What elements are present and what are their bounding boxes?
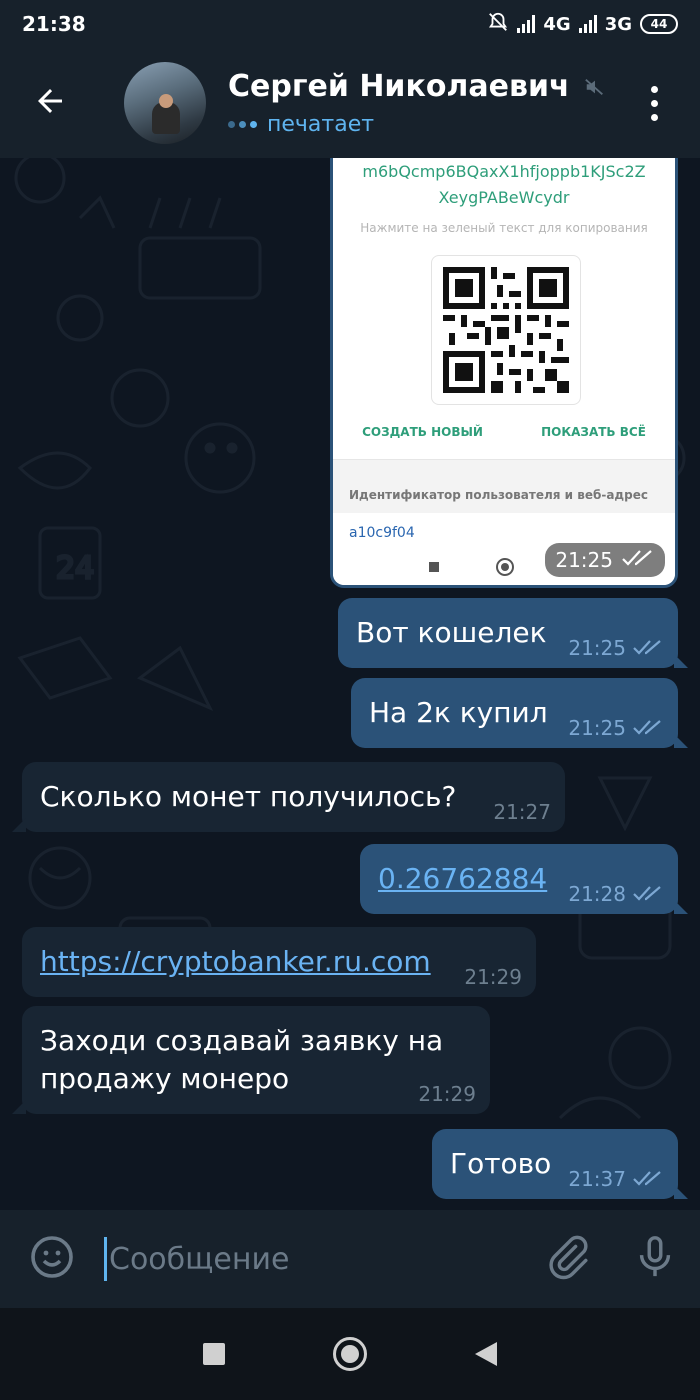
double-check-icon [632, 718, 664, 738]
id-section: Идентификатор пользователя и веб-адрес [333, 459, 675, 513]
chat-header: Сергей Николаевич печатает [0, 48, 700, 158]
message-time: 21:27 [493, 800, 551, 824]
message-link[interactable]: https://cryptobanker.ru.com [40, 943, 431, 981]
wallet-address: m6bQcmp6BQaxX1hfjoppb1KJSc2Z XeygPABeWcy… [362, 162, 646, 207]
message-bubble-outgoing[interactable]: Вот кошелек 21:25 [338, 598, 688, 668]
recents-button[interactable] [203, 1343, 225, 1365]
message-input[interactable] [109, 1241, 524, 1277]
image-timestamp: 21:25 [545, 543, 665, 577]
arrow-left-icon [32, 83, 68, 123]
message-meta: 21:29 [418, 1084, 476, 1104]
system-back-button[interactable] [475, 1342, 497, 1366]
create-new-button: СОЗДАТЬ НОВЫЙ [362, 425, 483, 439]
chat-area[interactable]: 24 m6bQcmp6BQaxX1hfjoppb1KJSc2Z XeygPABe… [0, 158, 700, 1210]
message-meta: 21:27 [493, 802, 551, 822]
message-time: 21:28 [568, 882, 626, 906]
message-time: 21:29 [464, 965, 522, 989]
battery-level: 44 [650, 17, 668, 31]
message-meta: 21:28 [568, 884, 664, 904]
id-value: a10c9f04 [349, 525, 415, 541]
message-time: 21:37 [568, 1167, 626, 1191]
message-bubble-incoming[interactable]: Заходи создавай заявку на продажу монеро… [12, 1006, 490, 1114]
message-input-bar [0, 1210, 700, 1308]
network-type-2: 3G [604, 13, 632, 35]
avatar[interactable] [124, 62, 206, 144]
system-navigation-bar [0, 1308, 700, 1400]
contact-name: Сергей Николаевич [228, 69, 570, 104]
double-check-icon [632, 1169, 664, 1189]
message-input-wrapper [104, 1229, 524, 1289]
silent-bell-icon [487, 11, 509, 38]
message-text: Заходи создавай заявку на продажу монеро [40, 1024, 444, 1095]
double-check-icon [632, 884, 664, 904]
signal-icon-1 [517, 15, 536, 33]
microphone-icon [632, 1234, 678, 1284]
typing-status: печатает [228, 112, 624, 137]
message-meta: 21:37 [568, 1169, 664, 1189]
message-text: Готово [450, 1147, 552, 1180]
message-meta: 21:25 [568, 638, 664, 658]
message-bubble-outgoing[interactable]: На 2к купил 21:25 [351, 678, 688, 748]
mic-button[interactable] [610, 1234, 700, 1284]
text-cursor [104, 1237, 107, 1281]
message-meta: 21:29 [464, 967, 522, 987]
signal-icon-2 [578, 15, 597, 33]
square-icon [429, 562, 439, 572]
attach-button[interactable] [524, 1234, 610, 1284]
chat-title-block[interactable]: Сергей Николаевич печатает [228, 69, 624, 137]
double-check-icon [621, 548, 655, 572]
status-bar: 21:38 4G 3G 44 [0, 0, 700, 48]
message-bubble-outgoing[interactable]: Готово 21:37 [432, 1129, 688, 1199]
smiley-icon [28, 1233, 76, 1285]
qr-actions: СОЗДАТЬ НОВЫЙ ПОКАЗАТЬ ВСЁ [333, 425, 675, 439]
message-time: 21:29 [418, 1082, 476, 1106]
paperclip-icon [544, 1234, 590, 1284]
back-button[interactable] [0, 48, 100, 158]
message-text: Вот кошелек [356, 616, 547, 649]
image-message[interactable]: m6bQcmp6BQaxX1hfjoppb1KJSc2Z XeygPABeWcy… [330, 158, 678, 588]
circle-icon [496, 558, 514, 576]
typing-dots-icon [228, 121, 257, 128]
message-meta: 21:25 [568, 718, 664, 738]
battery-icon: 44 [640, 14, 678, 34]
message-link[interactable]: 0.26762884 [378, 860, 547, 898]
more-vertical-icon [650, 85, 658, 93]
message-bubble-incoming[interactable]: Сколько монет получилось? 21:27 [12, 762, 565, 832]
message-bubble-incoming[interactable]: https://cryptobanker.ru.com 21:29 [22, 927, 536, 997]
message-text: Сколько монет получилось? [40, 780, 457, 813]
show-all-button: ПОКАЗАТЬ ВСЁ [541, 425, 646, 439]
double-check-icon [632, 638, 664, 658]
network-type-1: 4G [543, 13, 571, 35]
id-label: Идентификатор пользователя и веб-адрес [349, 488, 648, 502]
emoji-button[interactable] [0, 1233, 104, 1285]
qr-code [431, 255, 581, 405]
message-bubble-outgoing[interactable]: 0.26762884 21:28 [360, 844, 688, 914]
more-menu-button[interactable] [624, 48, 684, 158]
message-time: 21:25 [568, 716, 626, 740]
status-indicators: 4G 3G 44 [487, 11, 678, 38]
message-text: На 2к купил [369, 696, 548, 729]
svg-text:24: 24 [56, 551, 94, 586]
contact-name-row: Сергей Николаевич [228, 69, 624, 104]
home-button[interactable] [333, 1337, 367, 1371]
status-time: 21:38 [22, 12, 86, 36]
muted-icon [584, 76, 606, 98]
message-time: 21:25 [568, 636, 626, 660]
copy-hint: Нажмите на зеленый текст для копирования [360, 221, 648, 235]
typing-label: печатает [267, 112, 375, 137]
